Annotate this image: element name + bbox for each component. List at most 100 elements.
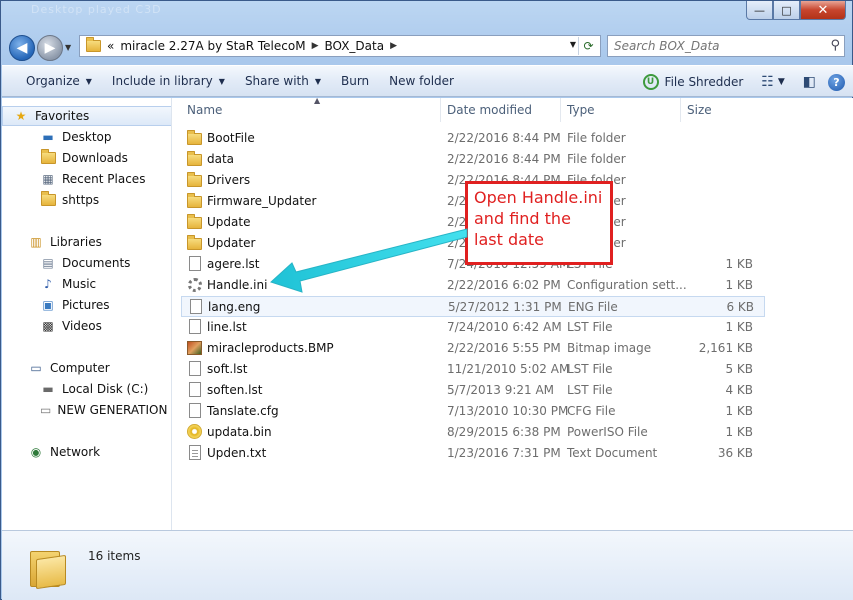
- shredder-icon: U: [642, 74, 659, 90]
- table-row[interactable]: line.lst 7/24/2010 6:42 AM LST File 1 KB: [181, 317, 765, 338]
- include-in-library-button[interactable]: Include in library ▼: [102, 68, 235, 94]
- file-icon: [187, 403, 203, 419]
- column-header-date[interactable]: Date modified: [441, 98, 561, 122]
- search-box[interactable]: ⚲: [607, 35, 845, 57]
- preview-pane-icon[interactable]: ◧: [803, 74, 816, 90]
- breadcrumb-separator-icon[interactable]: ▶: [312, 41, 319, 51]
- sidebar-item-documents[interactable]: ▤ Documents: [2, 253, 171, 273]
- sidebar-item-favorites[interactable]: ★ Favorites: [2, 106, 171, 126]
- column-header-label: Size: [687, 103, 712, 117]
- table-row[interactable]: soften.lst 5/7/2013 9:21 AM LST File 4 KB: [181, 380, 765, 401]
- file-type: File folder: [567, 131, 626, 145]
- back-button[interactable]: ◀: [9, 35, 35, 61]
- sidebar-item-downloads[interactable]: Downloads: [2, 148, 171, 168]
- file-size: 6 KB: [726, 300, 754, 314]
- column-header-name[interactable]: Name ▲: [181, 96, 441, 122]
- table-row[interactable]: Handle.ini 2/22/2016 6:02 PM Configuration…: [181, 275, 765, 296]
- command-bar: Organize ▼ Include in library ▼ Share with…: [2, 65, 853, 97]
- burn-button[interactable]: Burn: [331, 68, 379, 94]
- file-size: 1 KB: [725, 257, 753, 271]
- address-dropdown-icon[interactable]: ▼: [570, 40, 576, 49]
- file-type: ENG File: [568, 300, 618, 314]
- file-date: 5/27/2012 1:31 PM: [448, 300, 562, 314]
- column-header-label: Date modified: [447, 103, 533, 117]
- table-row[interactable]: data 2/22/2016 8:44 PM File folder: [181, 149, 765, 170]
- help-icon[interactable]: ?: [828, 73, 845, 91]
- local-disk-icon: ▬: [42, 382, 54, 396]
- ghost-title: Desktop played C3D: [31, 3, 162, 16]
- details-pane: 16 items: [2, 530, 853, 600]
- table-row[interactable]: miracleproducts.BMP 2/22/2016 5:55 PM Bitm…: [181, 338, 765, 359]
- organize-label: Organize: [26, 74, 80, 88]
- table-row[interactable]: updata.bin 8/29/2015 6:38 PM PowerISO File…: [181, 422, 765, 443]
- search-icon[interactable]: ⚲: [830, 38, 840, 53]
- sidebar-item-music[interactable]: ♪ Music: [2, 274, 171, 294]
- breadcrumb-overflow[interactable]: «: [107, 39, 114, 53]
- file-size: 1 KB: [725, 404, 753, 418]
- sidebar-item-label: Desktop: [62, 130, 112, 144]
- libraries-icon: ▥: [30, 235, 42, 249]
- table-row[interactable]: Upden.txt 1/23/2016 7:31 PM Text Document 3…: [181, 443, 765, 464]
- sidebar-item-desktop[interactable]: ▬ Desktop: [2, 127, 171, 147]
- change-view-icon[interactable]: ☷: [761, 74, 774, 90]
- sidebar-item-label: Computer: [50, 361, 110, 375]
- file-icon: [187, 361, 203, 377]
- table-row[interactable]: BootFile 2/22/2016 8:44 PM File folder: [181, 128, 765, 149]
- view-dropdown-icon[interactable]: ▼: [774, 69, 789, 95]
- content-area: ★ Favorites ▬ Desktop Downloads ▦ Recent…: [2, 96, 853, 530]
- sidebar-item-pictures[interactable]: ▣ Pictures: [2, 295, 171, 315]
- breadcrumb-separator-icon[interactable]: ▶: [390, 41, 397, 51]
- maximize-button[interactable]: □: [773, 1, 800, 20]
- file-shredder-label: File Shredder: [664, 75, 744, 89]
- column-header-size[interactable]: Size: [681, 98, 765, 122]
- title-bar: Desktop played C3D — □ ✕: [1, 1, 852, 31]
- close-button[interactable]: ✕: [800, 1, 846, 20]
- column-header-type[interactable]: Type: [561, 98, 681, 122]
- file-type: Text Document: [567, 446, 658, 460]
- sidebar-item-recent-places[interactable]: ▦ Recent Places: [2, 169, 171, 189]
- videos-icon: ▩: [42, 319, 54, 333]
- sidebar-item-new-generation[interactable]: ▭ NEW GENERATION (: [2, 400, 171, 420]
- command-bar-right: U File Shredder ☷ ▼ ◧ ?: [639, 69, 845, 95]
- sort-ascending-icon: ▲: [314, 96, 321, 105]
- file-name: Drivers: [207, 173, 251, 187]
- sidebar-item-network[interactable]: ◉ Network: [2, 442, 171, 462]
- sidebar-item-shttps[interactable]: shttps: [2, 190, 171, 210]
- file-size: 4 KB: [725, 383, 753, 397]
- search-input[interactable]: [614, 39, 824, 53]
- sidebar-item-label: Documents: [62, 256, 131, 270]
- file-name: agere.lst: [207, 257, 260, 271]
- table-row[interactable]: soft.lst 11/21/2010 5:02 AM LST File 5 KB: [181, 359, 765, 380]
- file-shredder-button[interactable]: U File Shredder: [639, 69, 748, 95]
- file-type: CFG File: [567, 404, 616, 418]
- column-header-label: Name: [187, 103, 223, 117]
- folder-icon: [40, 191, 56, 208]
- sidebar-item-local-disk[interactable]: ▬ Local Disk (C:): [2, 379, 171, 399]
- file-name: lang.eng: [208, 300, 261, 314]
- file-date: 7/24/2010 6:42 AM: [447, 320, 562, 334]
- sidebar-item-videos[interactable]: ▩ Videos: [2, 316, 171, 336]
- arrow-left-icon: ◀: [16, 40, 28, 56]
- share-with-button[interactable]: Share with ▼: [235, 68, 331, 94]
- sidebar-item-computer[interactable]: ▭ Computer: [2, 358, 171, 378]
- organize-button[interactable]: Organize ▼: [16, 68, 102, 94]
- sidebar-item-label: Downloads: [62, 151, 128, 165]
- address-bar[interactable]: « miracle 2.27A by StaR TelecoM ▶ BOX_Da…: [79, 35, 601, 57]
- file-date: 2/22/2016 8:44 PM: [447, 152, 561, 166]
- file-list: Name ▲ Date modified Type Size BootFile 2…: [173, 96, 853, 530]
- refresh-icon[interactable]: ⟳: [578, 37, 598, 55]
- file-type: LST File: [567, 320, 613, 334]
- arrow-right-icon: ▶: [44, 40, 56, 56]
- sidebar-item-libraries[interactable]: ▥ Libraries: [2, 232, 171, 252]
- recent-pages-dropdown[interactable]: ▼: [65, 43, 71, 52]
- table-row[interactable]: Tanslate.cfg 7/13/2010 10:30 PM CFG File 1 …: [181, 401, 765, 422]
- chevron-down-icon: ▼: [314, 76, 321, 86]
- breadcrumb-item[interactable]: miracle 2.27A by StaR TelecoM: [120, 39, 305, 53]
- forward-button[interactable]: ▶: [37, 35, 63, 61]
- chevron-down-icon: ▼: [85, 76, 92, 86]
- file-name: Tanslate.cfg: [207, 404, 279, 418]
- new-folder-button[interactable]: New folder: [379, 68, 464, 94]
- table-row[interactable]: lang.eng 5/27/2012 1:31 PM ENG File 6 KB: [181, 296, 765, 317]
- minimize-button[interactable]: —: [746, 1, 773, 20]
- breadcrumb-item[interactable]: BOX_Data: [325, 39, 385, 53]
